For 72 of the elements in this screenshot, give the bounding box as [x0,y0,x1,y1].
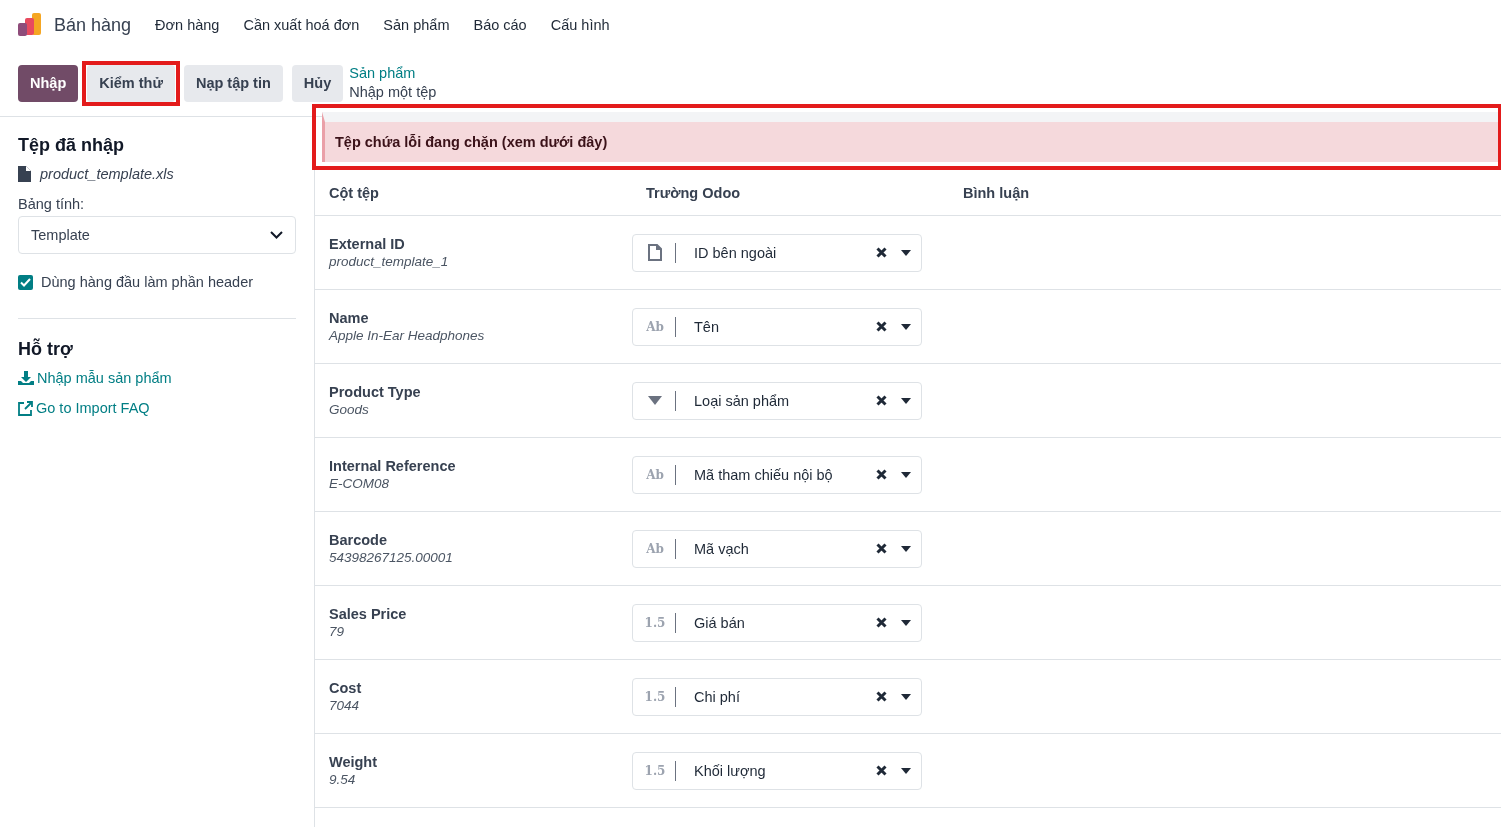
clear-icon[interactable] [876,247,887,258]
clear-icon[interactable] [876,469,887,480]
caret-icon[interactable] [901,471,911,478]
sample-value: Apple In-Ear Headphones [329,328,486,343]
file-column-name: Product Type [329,384,422,400]
file-column-name: Weight [329,754,379,770]
app-logo-icon[interactable] [17,13,42,37]
field-select[interactable]: Ab Mã vạch [632,529,922,568]
file-icon [18,166,31,182]
sample-value: E-COM08 [329,476,390,491]
sample-value: 79 [329,624,346,639]
sheet-select[interactable]: Template [18,216,296,254]
clear-icon[interactable] [876,617,887,628]
action-button[interactable]: Hủy [291,64,344,102]
column-header: Bình luận [962,184,1031,201]
chevron-down-icon [270,231,283,239]
menu-item[interactable]: Đơn hàng [155,17,220,33]
caret-icon[interactable] [901,397,911,404]
sheet-label: Bảng tính: [18,196,86,212]
caret-icon[interactable] [901,693,911,700]
sample-value: 9.54 [329,772,357,787]
menu-item[interactable]: Báo cáo [473,17,527,33]
help-link[interactable]: Go to Import FAQ [18,400,296,416]
file-column-name: Sales Price [329,606,408,622]
sample-value: 7044 [329,698,361,713]
caret-icon[interactable] [901,323,911,330]
checkbox[interactable] [18,274,33,290]
external-link-icon [18,400,33,416]
field-select[interactable]: 1.5 Khối lượng [632,751,922,790]
action-button[interactable]: Nạp tập tin [183,64,283,102]
file-column-name: External ID [329,236,406,252]
menu-item[interactable]: Cấu hình [550,17,610,33]
error-alert: Tệp chứa lỗi đang chặn (xem dưới đây) [322,112,1498,162]
caret-icon[interactable] [901,767,911,774]
field-select[interactable]: Ab Mã tham chiếu nội bộ [632,455,922,494]
field-select[interactable]: 1.5 Chi phí [632,677,922,716]
caret-icon[interactable] [901,619,911,626]
field-select[interactable]: Ab Tên [632,307,922,346]
column-header: Trường Odoo [645,184,742,201]
file-column-name: Name [329,310,370,326]
caret-icon[interactable] [901,545,911,552]
clear-icon[interactable] [876,691,887,702]
breadcrumb-link[interactable]: Sản phẩm [349,64,437,83]
action-button[interactable]: Nhập [18,64,79,102]
clear-icon[interactable] [876,765,887,776]
clear-icon[interactable] [876,321,887,332]
menu-item[interactable]: Cần xuất hoá đơn [243,17,360,33]
file-column-name: Barcode [329,532,389,548]
file-column-name: Internal Reference [329,458,457,474]
triangle-icon [648,395,662,406]
clear-icon[interactable] [876,543,887,554]
field-select[interactable]: ID bên ngoài [632,233,922,272]
column-header: Cột tệp [328,184,380,201]
sample-value: product_template_1 [329,254,450,269]
checkbox-label[interactable]: Dùng hàng đầu làm phần header [41,274,254,290]
field-select[interactable]: 1.5 Giá bán [632,603,922,642]
sample-value: Goods [329,402,370,417]
section-title: Hỗ trợ [18,339,74,360]
field-select[interactable]: Loại sản phẩm [632,381,922,420]
action-button[interactable]: Kiểm thử [87,64,175,102]
clear-icon[interactable] [876,395,887,406]
file-name: product_template.xls [40,166,174,182]
section-title: Tệp đã nhập [18,135,125,156]
sample-value: 54398267125.00001 [329,550,454,565]
app-name[interactable]: Bán hàng [54,14,132,36]
document-icon [647,244,663,261]
caret-icon[interactable] [901,249,911,256]
download-icon [18,371,34,385]
file-column-name: Cost [329,680,363,696]
menu-item[interactable]: Sản phẩm [383,17,450,33]
breadcrumb-current: Nhập một tệp [349,83,437,102]
help-link[interactable]: Nhập mẫu sản phẩm [18,370,296,386]
